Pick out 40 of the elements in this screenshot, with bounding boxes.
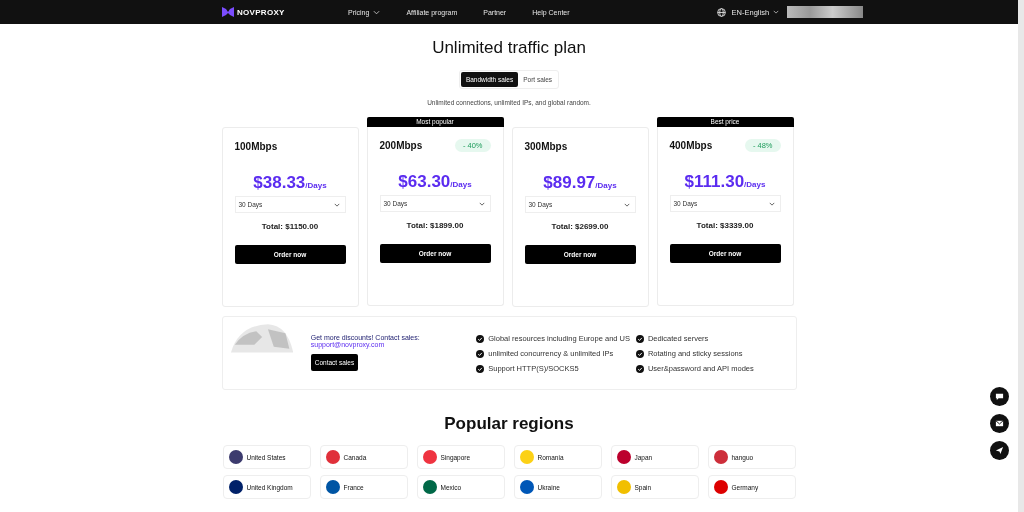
price-unit: /Days: [595, 181, 617, 190]
price-unit: /Days: [305, 181, 327, 190]
plan-name: 100Mbps: [234, 140, 278, 152]
send-icon: [995, 446, 1004, 455]
chat-icon: [995, 392, 1004, 401]
total-price: Total: $1150.00: [260, 222, 320, 231]
page-title: Unlimited traffic plan: [432, 38, 586, 58]
chevron-icon: [768, 201, 775, 206]
check-icon: [635, 364, 644, 373]
total-price: Total: $1899.00: [405, 221, 465, 230]
plan-name: 400Mbps: [669, 139, 713, 151]
total-price: Total: $3339.00: [695, 221, 755, 230]
check-icon: [476, 349, 485, 358]
chevron-icon: [623, 202, 630, 207]
price: $111.30: [684, 172, 745, 192]
price-unit: /Days: [450, 180, 472, 189]
price: $63.30: [398, 172, 451, 192]
send-button[interactable]: [990, 441, 1009, 460]
chevron-icon: [333, 202, 340, 207]
price-unit: /Days: [744, 180, 766, 189]
mail-icon: [995, 419, 1004, 428]
price: $38.33: [253, 173, 306, 193]
logo-text[interactable]: NOVPROXY: [237, 7, 285, 17]
plan-name: 200Mbps: [379, 139, 423, 151]
price: $89.97: [543, 173, 596, 193]
section-title: Popular regions: [444, 414, 574, 434]
logo-icon: [222, 7, 234, 17]
globe-icon: [716, 7, 726, 17]
dotted-globe-drawing: [228, 323, 293, 353]
check-icon: [635, 349, 644, 358]
scrollbar[interactable]: [1018, 0, 1024, 512]
check-icon: [635, 334, 644, 343]
chevron-icon: [478, 201, 485, 206]
check-icon: [476, 364, 485, 373]
chat-button[interactable]: [990, 387, 1009, 406]
check-icon: [476, 334, 485, 343]
caret-icon: [773, 10, 780, 14]
mail-button[interactable]: [990, 414, 1009, 433]
total-price: Total: $2699.00: [550, 222, 610, 231]
plan-name: 300Mbps: [524, 140, 568, 152]
